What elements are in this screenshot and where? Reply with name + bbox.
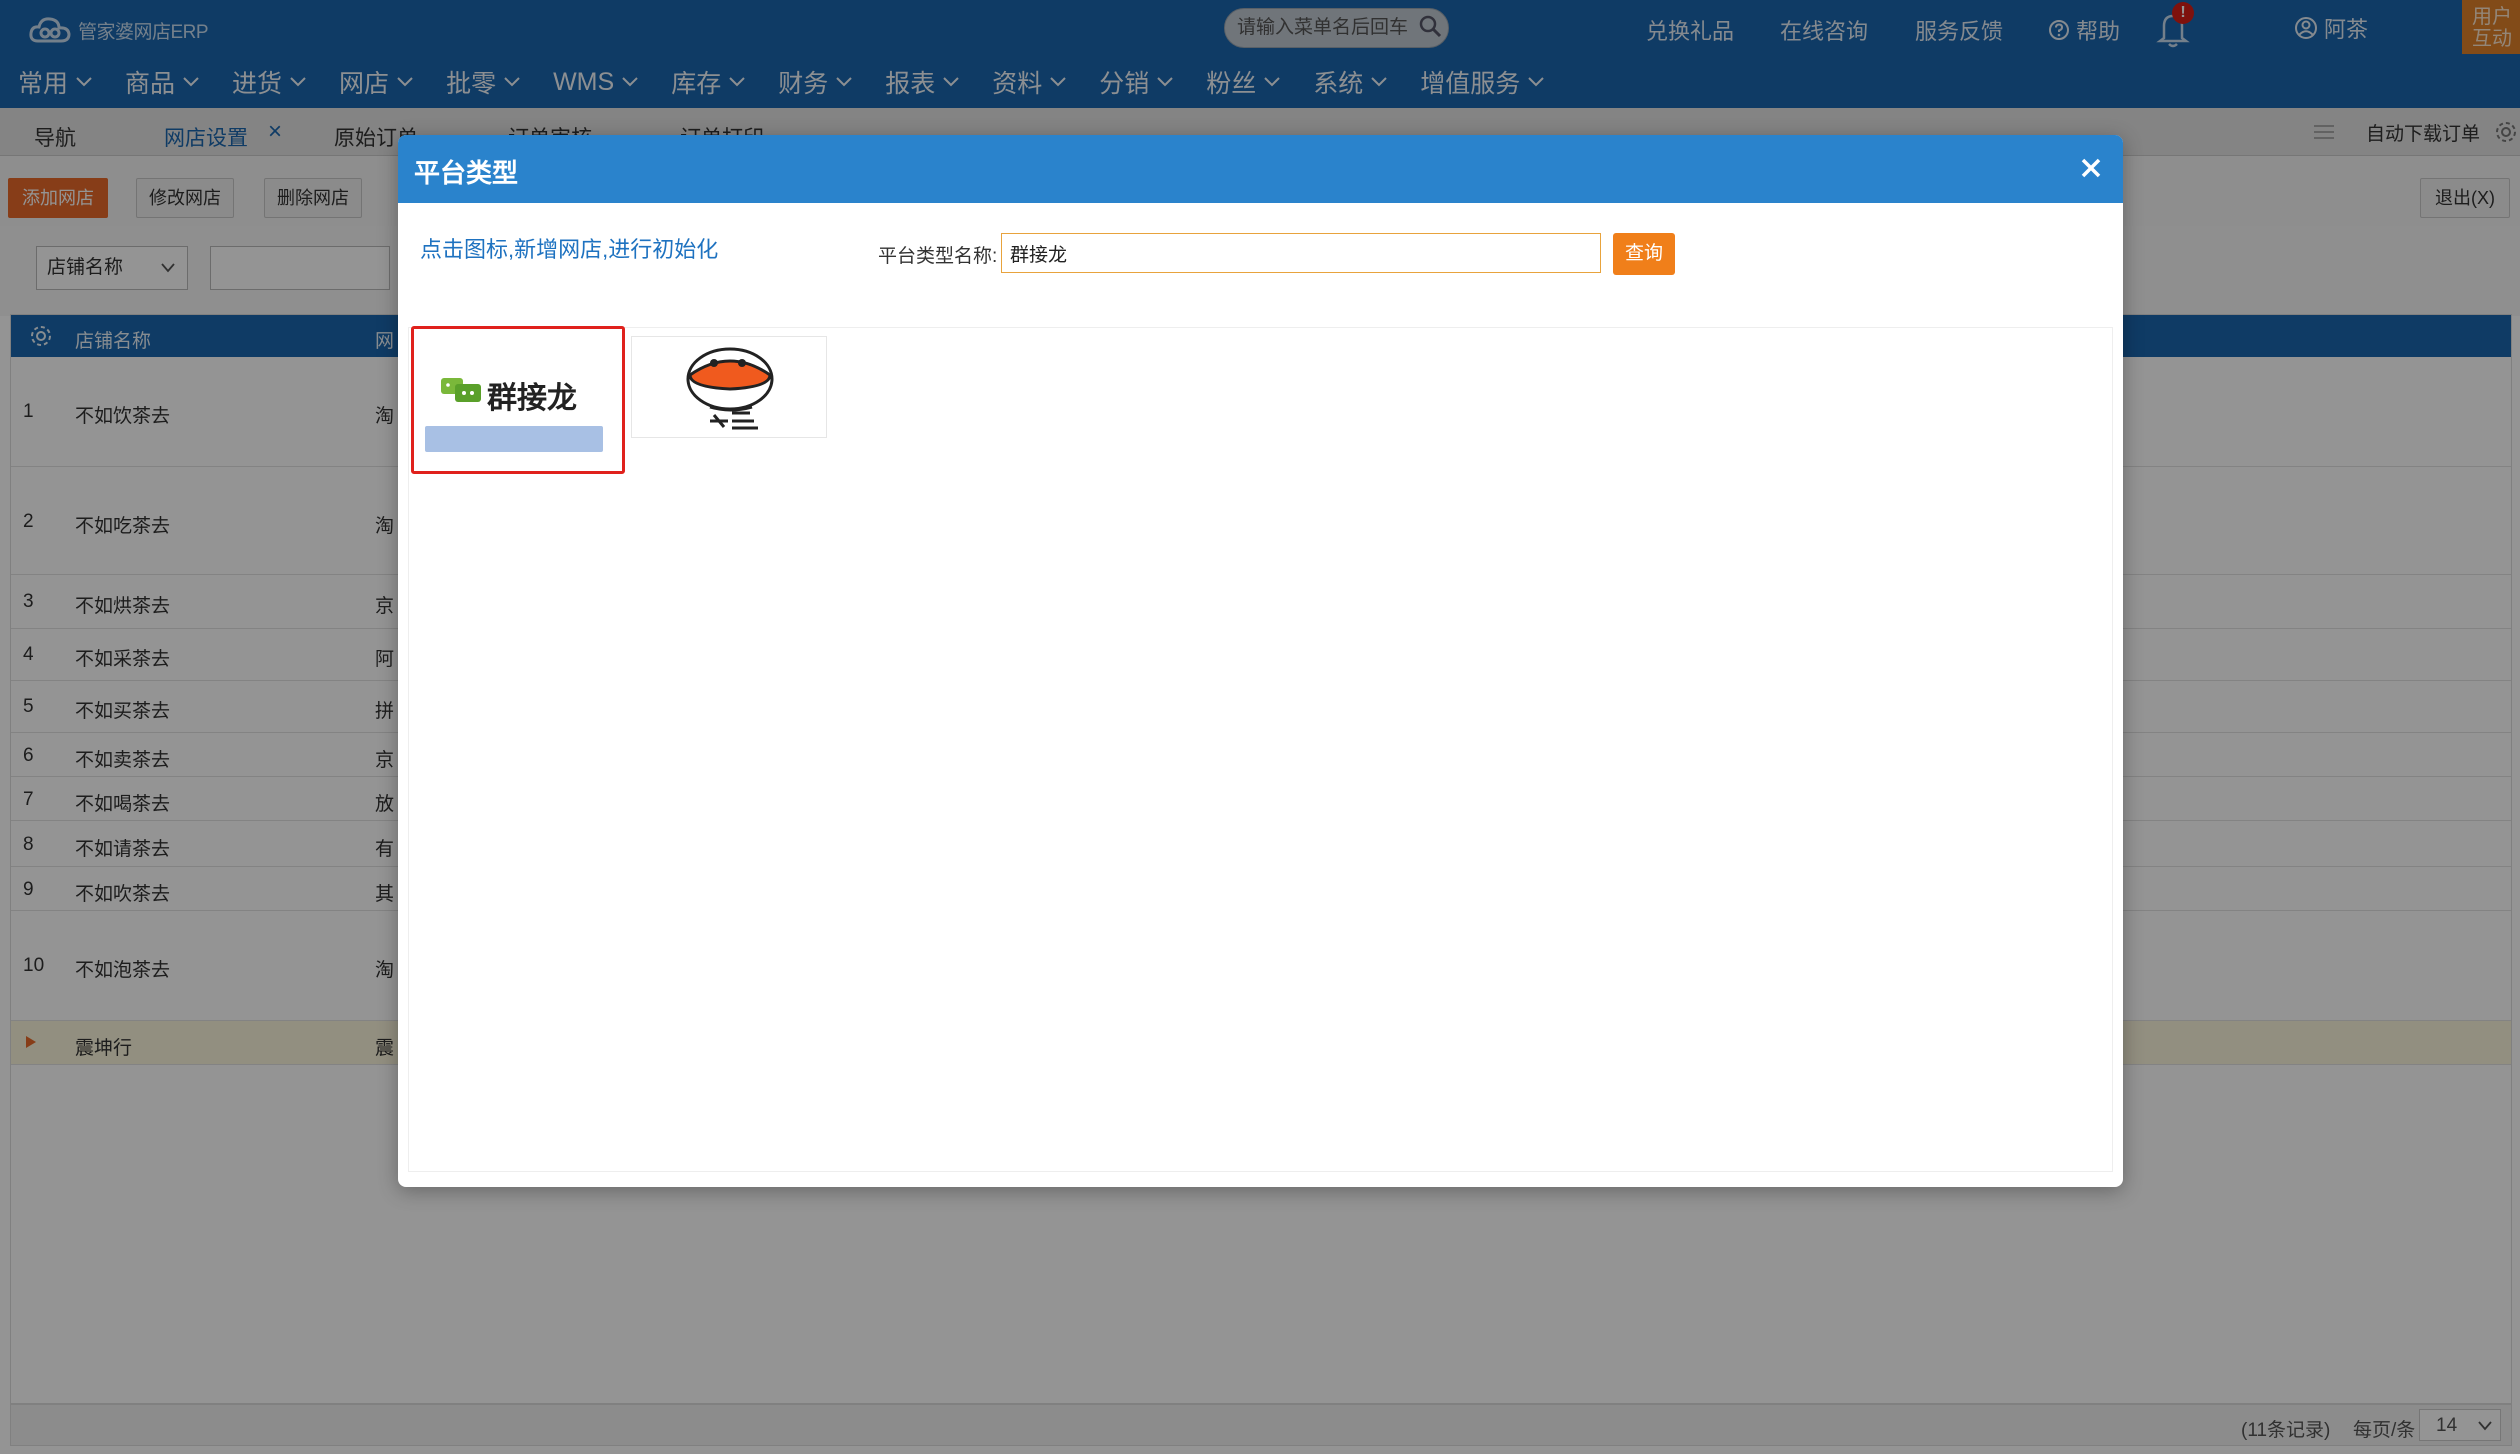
close-icon[interactable] <box>2080 157 2102 179</box>
dialog-hint: 点击图标,新增网店,进行初始化 <box>420 237 719 262</box>
platform-type-dialog: 平台类型 点击图标,新增网店,进行初始化 平台类型名称: 查询 群接龙 <box>398 135 2123 1187</box>
platform-cards-area: 群接龙 <box>408 326 2113 1172</box>
selection-highlight-box <box>411 326 625 474</box>
dialog-header: 平台类型 <box>398 135 2123 203</box>
dialog-title: 平台类型 <box>414 158 519 188</box>
query-button[interactable]: 查询 <box>1613 233 1675 275</box>
platform-name-input[interactable] <box>1001 233 1601 273</box>
platform-card-esansan[interactable] <box>631 336 827 438</box>
duck-logo-icon <box>686 347 774 430</box>
platform-name-label: 平台类型名称: <box>878 246 998 267</box>
